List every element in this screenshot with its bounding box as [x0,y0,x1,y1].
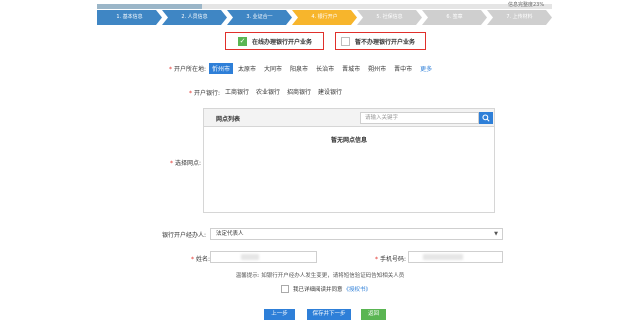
agent-field-label: 银行开户经办人: [161,232,206,239]
step-3[interactable]: 3. 业证合一 [227,10,292,25]
phone-field-label: * 手机号码: [375,256,406,263]
prev-step-button[interactable]: 上一步 [264,309,295,320]
step-5[interactable]: 5. 社保信息 [357,10,422,25]
branch-search-input[interactable]: 请输入关键字 [360,112,479,124]
step-nav: 1. 基本信息 2. 人员信息 3. 业证合一 4. 银行开户 5. 社保信息 … [97,10,552,25]
checkmark-icon: ✓ [238,36,247,46]
city-option[interactable]: 长治市 [313,63,337,74]
agent-select-value: 法定代表人 [216,231,244,237]
branch-list-title: 网点列表 [216,116,241,123]
save-next-button[interactable]: 保存并下一步 [307,309,351,320]
search-button[interactable] [479,112,493,124]
skip-bank-label: 暂不办理银行开户业务 [355,38,416,46]
more-cities-link[interactable]: 更多 [417,63,435,74]
step-7[interactable]: 7. 上传材料 [487,10,552,25]
bank-option[interactable]: 农业银行 [256,87,280,96]
step-4[interactable]: 4. 银行开户 [292,10,357,25]
city-option[interactable]: 大同市 [261,63,285,74]
bank-option[interactable]: 建设银行 [318,87,342,96]
back-button[interactable]: 返回 [361,309,386,320]
city-option[interactable]: 晋中市 [391,63,415,74]
city-option[interactable]: 阳泉市 [287,63,311,74]
branch-list-panel: 网点列表 请输入关键字 暂无网点信息 [203,108,495,213]
chevron-down-icon: ▼ [494,231,498,237]
step-6[interactable]: 6. 签章 [422,10,487,25]
progress-label: 信息完整度23% [508,2,545,8]
reminder-tip: 温馨提示: 如银行开户经办人发生变更，请将短信验证码告知相关人员 [235,273,405,279]
search-icon [482,114,490,122]
bank-field-label: * 开户银行: [189,90,220,97]
name-field-label: * 姓名: [191,256,210,263]
progress-bar [97,4,552,9]
skip-bank-option[interactable]: 暂不办理银行开户业务 [335,32,426,50]
branch-list-header: 网点列表 请输入关键字 [204,109,494,127]
progress-fill [97,4,202,9]
step-2[interactable]: 2. 人员信息 [162,10,227,25]
agreement-row: 我已详细阅读并同意 《授权书》 [281,285,371,293]
agent-select[interactable]: 法定代表人 ▼ [210,228,503,240]
bank-options: 工商银行 农业银行 招商银行 建设银行 [225,87,349,96]
step-1[interactable]: 1. 基本信息 [97,10,162,25]
branch-field-label: * 选择网点: [170,160,201,167]
agree-checkbox[interactable] [281,285,289,293]
agree-text: 我已详细阅读并同意 [293,287,343,293]
phone-input[interactable] [408,251,503,263]
city-field-label: * 开户所在地: [169,66,206,73]
bank-option[interactable]: 招商银行 [287,87,311,96]
online-bank-option[interactable]: ✓ 在线办理银行开户业务 [225,32,324,50]
name-input[interactable] [210,251,317,263]
branch-empty-text: 暂无网点信息 [330,137,367,144]
redacted-name [241,254,259,260]
city-options: 忻州市 太原市 大同市 阳泉市 长治市 晋城市 朔州市 晋中市 更多 [209,63,437,74]
online-bank-label: 在线办理银行开户业务 [252,38,313,46]
city-option[interactable]: 太原市 [235,63,259,74]
city-option[interactable]: 朔州市 [365,63,389,74]
bank-option[interactable]: 工商银行 [225,87,249,96]
checkbox-empty-icon [341,36,350,46]
redacted-phone [423,254,463,260]
authorization-link[interactable]: 《授权书》 [344,285,372,293]
city-option[interactable]: 忻州市 [209,63,234,74]
city-option[interactable]: 晋城市 [339,63,363,74]
